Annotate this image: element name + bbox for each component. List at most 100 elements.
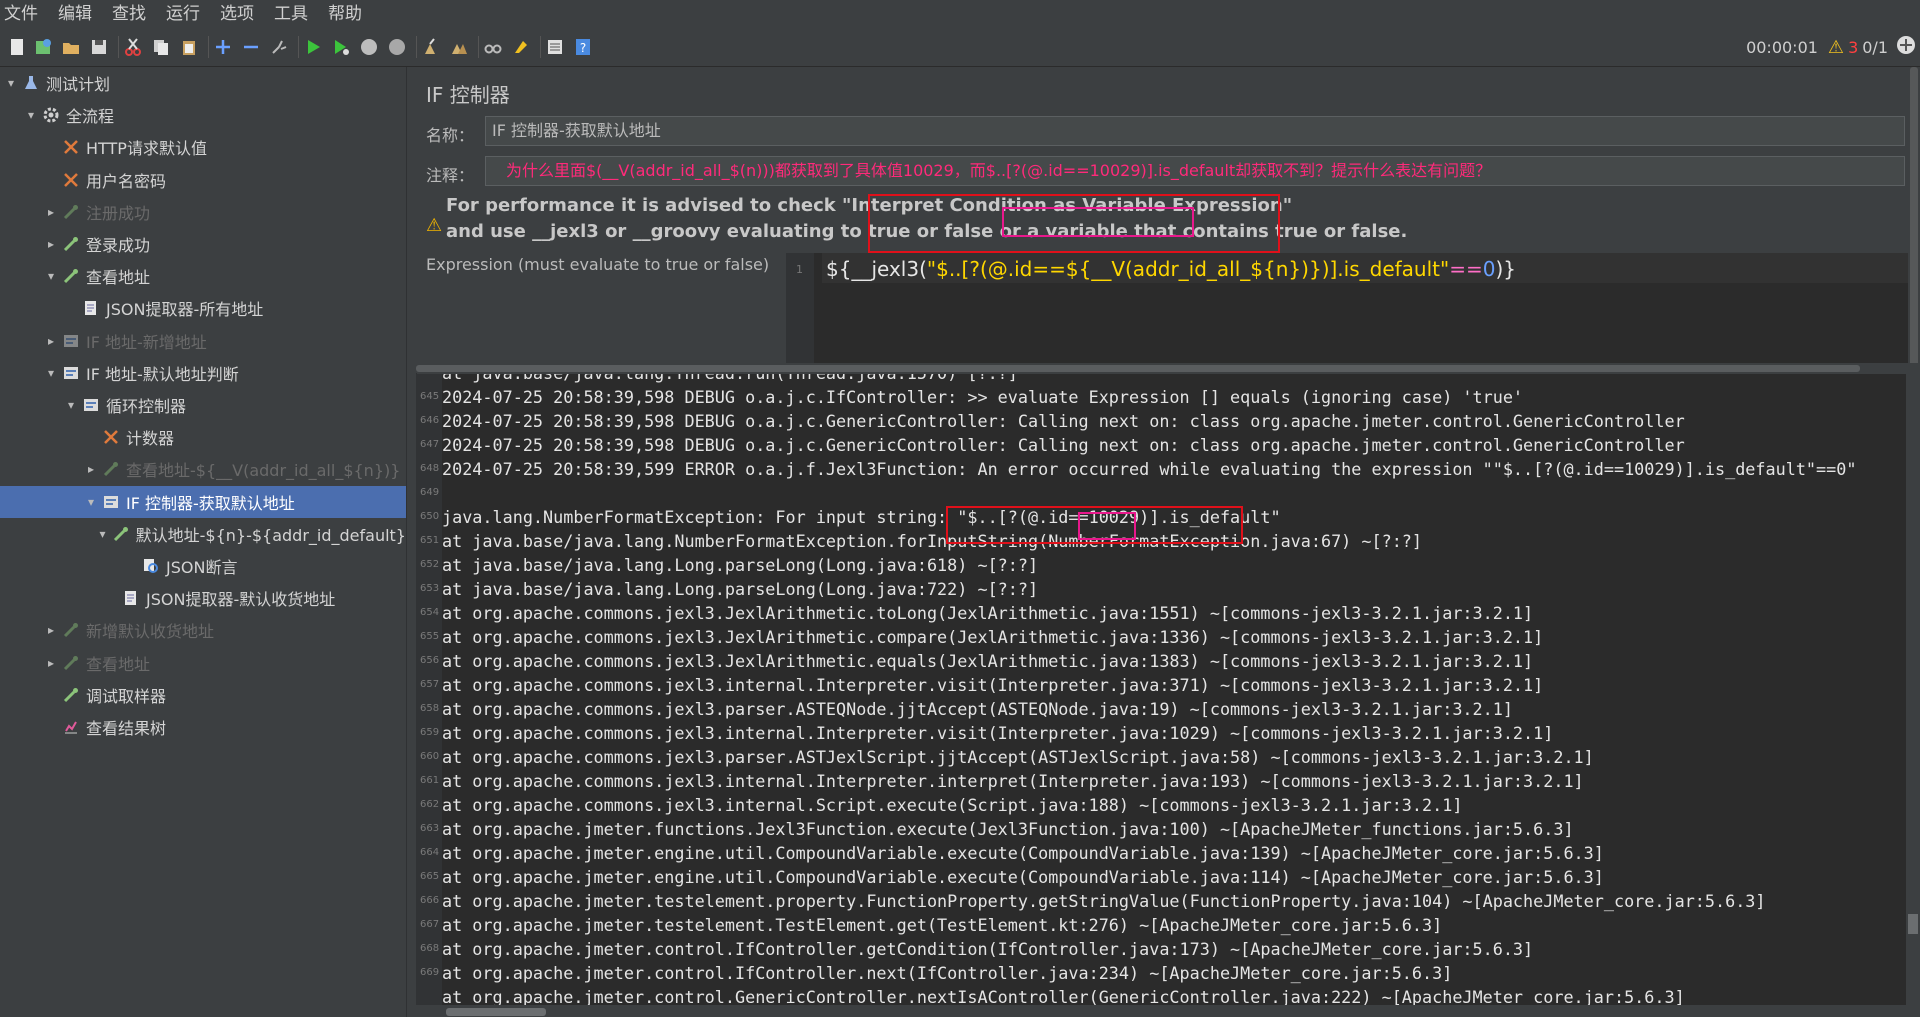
tree-node[interactable]: ▾ IF 地址-默认地址判断: [0, 357, 406, 389]
tree-node[interactable]: ▾ 查看地址: [0, 260, 406, 292]
tree-node[interactable]: 查看结果树: [0, 711, 406, 743]
tree-node[interactable]: 计数器: [0, 421, 406, 453]
tree-node[interactable]: ▸ 注册成功: [0, 196, 406, 228]
panel-vertical-scroll-thumb[interactable]: [1910, 67, 1918, 367]
clear-all-icon[interactable]: [448, 36, 470, 58]
tree-node-label: 查看地址: [86, 654, 151, 674]
log-line-text: 2024-07-25 20:58:39,598 DEBUG o.a.j.c.Ge…: [442, 411, 1685, 431]
menu-edit[interactable]: 编辑: [48, 0, 102, 28]
warning-count[interactable]: 3: [1848, 38, 1858, 57]
menu-help[interactable]: 帮助: [318, 0, 372, 28]
paste-icon[interactable]: [178, 36, 200, 58]
pipette-icon: [62, 203, 80, 221]
tree-node[interactable]: ▸ 登录成功: [0, 228, 406, 260]
name-label: 名称：: [426, 126, 475, 145]
menu-run[interactable]: 运行: [156, 0, 210, 28]
chevron-right-icon[interactable]: ▸: [44, 237, 58, 251]
search-icon[interactable]: [482, 36, 504, 58]
tree-node-label: IF 控制器-获取默认地址: [126, 493, 295, 513]
shutdown-icon[interactable]: [386, 36, 408, 58]
tree-node[interactable]: ▾ 全流程: [0, 99, 406, 131]
tree-node[interactable]: JSON断言: [0, 550, 406, 582]
copy-icon[interactable]: [150, 36, 172, 58]
tree-node-label: JSON提取器-所有地址: [106, 300, 264, 320]
pipette-icon: [102, 460, 120, 478]
log-vertical-scroll-thumb[interactable]: [1908, 914, 1918, 934]
log-line-text: at org.apache.jmeter.engine.util.Compoun…: [442, 843, 1604, 863]
menu-search[interactable]: 查找: [102, 0, 156, 28]
tree-node[interactable]: ▸ 新增默认收货地址: [0, 614, 406, 646]
panel-vertical-scrollbar[interactable]: [1908, 67, 1920, 367]
chevron-down-icon[interactable]: ▾: [4, 76, 18, 90]
expression-editor[interactable]: 1 ${__jexl3("$..[?(@.id==${__V(addr_id_a…: [786, 253, 1920, 363]
log-line-number: 651: [420, 535, 440, 546]
chevron-right-icon[interactable]: ▸: [44, 656, 58, 670]
chevron-down-icon[interactable]: ▾: [96, 527, 109, 541]
tree-node[interactable]: 用户名密码: [0, 164, 406, 196]
chevron-right-icon[interactable]: ▸: [84, 462, 98, 476]
menu-bar: 文件 编辑 查找 运行 选项 工具 帮助: [0, 0, 1920, 28]
chevron-right-icon[interactable]: ▸: [44, 205, 58, 219]
stop-icon[interactable]: [358, 36, 380, 58]
log-line-number: 647: [420, 439, 440, 450]
log-line-number: 669: [420, 967, 440, 978]
collapse-all-icon[interactable]: [240, 36, 262, 58]
panel-horizontal-scroll-thumb[interactable]: [416, 365, 1860, 372]
remote-icon[interactable]: [1896, 35, 1916, 59]
tree-node[interactable]: ▾ IF 控制器-获取默认地址: [0, 485, 406, 518]
panel-horizontal-scrollbar[interactable]: [416, 363, 1920, 373]
reset-search-icon[interactable]: [510, 36, 532, 58]
chevron-down-icon[interactable]: ▾: [44, 269, 58, 283]
tree-node[interactable]: ▾ 循环控制器: [0, 389, 406, 421]
new-icon[interactable]: [6, 36, 28, 58]
cut-icon[interactable]: [122, 36, 144, 58]
pipette-icon: [62, 267, 80, 285]
tree-node[interactable]: JSON提取器-所有地址: [0, 292, 406, 324]
help-icon[interactable]: ?: [572, 36, 594, 58]
log-line-text: at java.base/java.lang.NumberFormatExcep…: [442, 531, 1423, 551]
tree-node[interactable]: JSON提取器-默认收货地址: [0, 582, 406, 614]
clear-icon[interactable]: [420, 36, 442, 58]
log-line-number: 668: [420, 943, 440, 954]
log-line-text: at org.apache.jmeter.control.IfControlle…: [442, 939, 1534, 959]
chevron-down-icon[interactable]: ▾: [84, 495, 98, 509]
expand-all-icon[interactable]: [212, 36, 234, 58]
log-viewer[interactable]: at java.base/java.lang.Thread.run(Thread…: [416, 374, 1906, 1017]
log-vertical-scrollbar[interactable]: [1906, 374, 1920, 1017]
open-icon[interactable]: [60, 36, 82, 58]
tree-node[interactable]: HTTP请求默认值: [0, 131, 406, 163]
chevron-down-icon[interactable]: ▾: [44, 366, 58, 380]
start-icon[interactable]: [302, 36, 324, 58]
tree-node[interactable]: ▾ 默认地址-${n}-${addr_id_default}: [0, 518, 406, 550]
log-horizontal-scroll-thumb[interactable]: [446, 1008, 546, 1016]
toggle-icon[interactable]: [268, 36, 290, 58]
menu-options[interactable]: 选项: [210, 0, 264, 28]
test-plan-tree: ▾ 测试计划 ▾ 全流程 HTTP请求默认值 用户名密码 ▸ 注册成功 ▸ 登录成功 ▾ 查看地址 JS…: [0, 67, 406, 1017]
chart-icon: [62, 718, 80, 736]
tree-node-label: 新增默认收货地址: [86, 622, 215, 642]
tree-node[interactable]: ▸ 查看地址-${__V(addr_id_all_${n})}: [0, 453, 406, 485]
tree-node[interactable]: 调试取样器: [0, 679, 406, 711]
chevron-right-icon[interactable]: ▸: [44, 623, 58, 637]
chevron-right-icon[interactable]: ▸: [44, 334, 58, 348]
menu-file[interactable]: 文件: [0, 0, 48, 28]
log-line-number: 657: [420, 679, 440, 690]
name-field[interactable]: IF 控制器-获取默认地址: [485, 116, 1905, 146]
tree-node[interactable]: ▸ IF 地址-新增地址: [0, 325, 406, 357]
controller-icon: [62, 332, 80, 350]
warning-icon[interactable]: ⚠: [1828, 37, 1844, 58]
chevron-down-icon[interactable]: ▾: [64, 398, 78, 412]
comment-field[interactable]: 为什么里面$(__V(addr_id_all_$(n)))都获取到了具体值100…: [485, 156, 1905, 186]
log-horizontal-scrollbar[interactable]: [416, 1005, 1906, 1017]
function-helper-icon[interactable]: [544, 36, 566, 58]
save-icon[interactable]: [88, 36, 110, 58]
templates-icon[interactable]: [32, 36, 54, 58]
expression-code[interactable]: ${__jexl3("$..[?(@.id==${__V(addr_id_all…: [826, 257, 1516, 281]
log-line-number: 646: [420, 415, 440, 426]
pipette-icon: [113, 525, 130, 543]
menu-tools[interactable]: 工具: [264, 0, 318, 28]
tree-node[interactable]: ▾ 测试计划: [0, 67, 406, 99]
chevron-down-icon[interactable]: ▾: [24, 108, 38, 122]
tree-node[interactable]: ▸ 查看地址: [0, 647, 406, 679]
start-no-pauses-icon[interactable]: [330, 36, 352, 58]
